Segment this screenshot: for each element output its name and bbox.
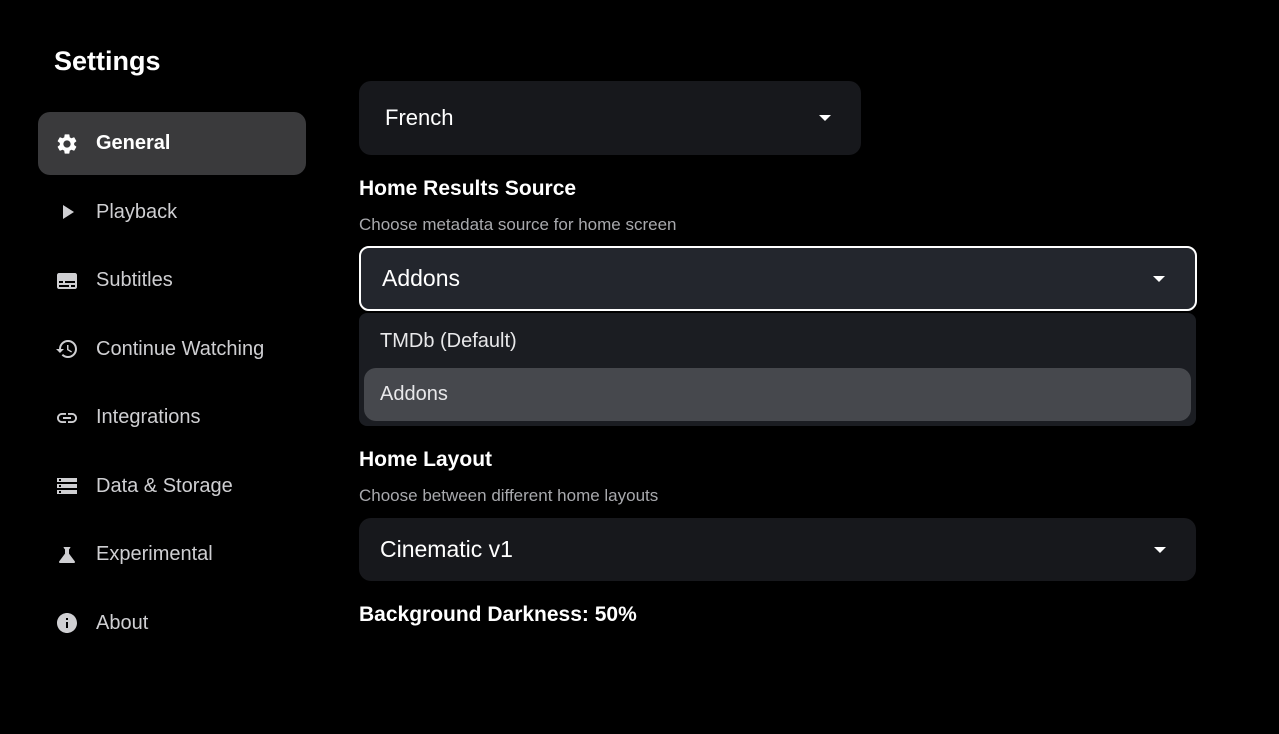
sidebar-item-experimental[interactable]: Experimental — [38, 523, 306, 586]
page-title: Settings — [54, 46, 161, 76]
subtitles-icon — [54, 268, 80, 294]
sidebar-item-general[interactable]: General — [38, 112, 306, 175]
menu-item-addons[interactable]: Addons — [364, 368, 1191, 421]
history-icon — [54, 336, 80, 362]
caret-down-icon — [1154, 546, 1166, 553]
home-results-source-menu: TMDb (Default) Addons — [359, 313, 1196, 426]
flask-icon — [54, 542, 80, 568]
home-layout-subtitle: Choose between different home layouts — [359, 486, 659, 505]
caret-down-icon — [819, 115, 831, 121]
sidebar-nav: General Playback Subtitles Continue Watc… — [38, 112, 306, 660]
sidebar-item-label: General — [96, 132, 171, 154]
home-layout-value: Cinematic v1 — [380, 536, 513, 562]
home-layout-title: Home Layout — [359, 448, 493, 471]
play-icon — [54, 199, 80, 225]
home-layout-select[interactable]: Cinematic v1 — [359, 518, 1196, 581]
sidebar-item-label: Playback — [96, 200, 178, 223]
home-results-source-title: Home Results Source — [359, 177, 577, 200]
sidebar-item-label: Data & Storage — [96, 474, 233, 497]
menu-item-label: Addons — [380, 383, 448, 405]
info-icon — [54, 610, 80, 636]
sidebar-item-label: Continue Watching — [96, 337, 265, 360]
sidebar-item-subtitles[interactable]: Subtitles — [38, 249, 306, 312]
sidebar-item-integrations[interactable]: Integrations — [38, 386, 306, 449]
sidebar-item-playback[interactable]: Playback — [38, 181, 306, 244]
sidebar-item-label: Integrations — [96, 406, 201, 428]
sidebar-item-continue-watching[interactable]: Continue Watching — [38, 318, 306, 381]
sidebar-item-about[interactable]: About — [38, 592, 306, 655]
background-darkness-label: Background Darkness: 50% — [359, 603, 637, 626]
menu-item-tmdb[interactable]: TMDb (Default) — [364, 315, 1191, 368]
language-select[interactable]: French — [359, 81, 861, 155]
sidebar-item-data-storage[interactable]: Data & Storage — [38, 455, 306, 518]
sidebar-item-label: Experimental — [96, 543, 213, 565]
home-results-source-value: Addons — [382, 265, 461, 291]
sidebar-item-label: Subtitles — [96, 269, 173, 291]
language-select-value: French — [385, 105, 454, 130]
settings-page: Settings General Playback Subtitles Cont… — [0, 0, 1279, 734]
menu-item-label: TMDb (Default) — [380, 330, 517, 352]
sidebar-item-label: About — [96, 611, 149, 634]
home-results-source-select[interactable]: Addons — [359, 246, 1197, 311]
gear-icon — [54, 131, 80, 157]
storage-icon — [54, 473, 80, 499]
home-results-source-subtitle: Choose metadata source for home screen — [359, 215, 677, 234]
caret-down-icon — [1153, 275, 1165, 282]
link-icon — [54, 405, 80, 431]
